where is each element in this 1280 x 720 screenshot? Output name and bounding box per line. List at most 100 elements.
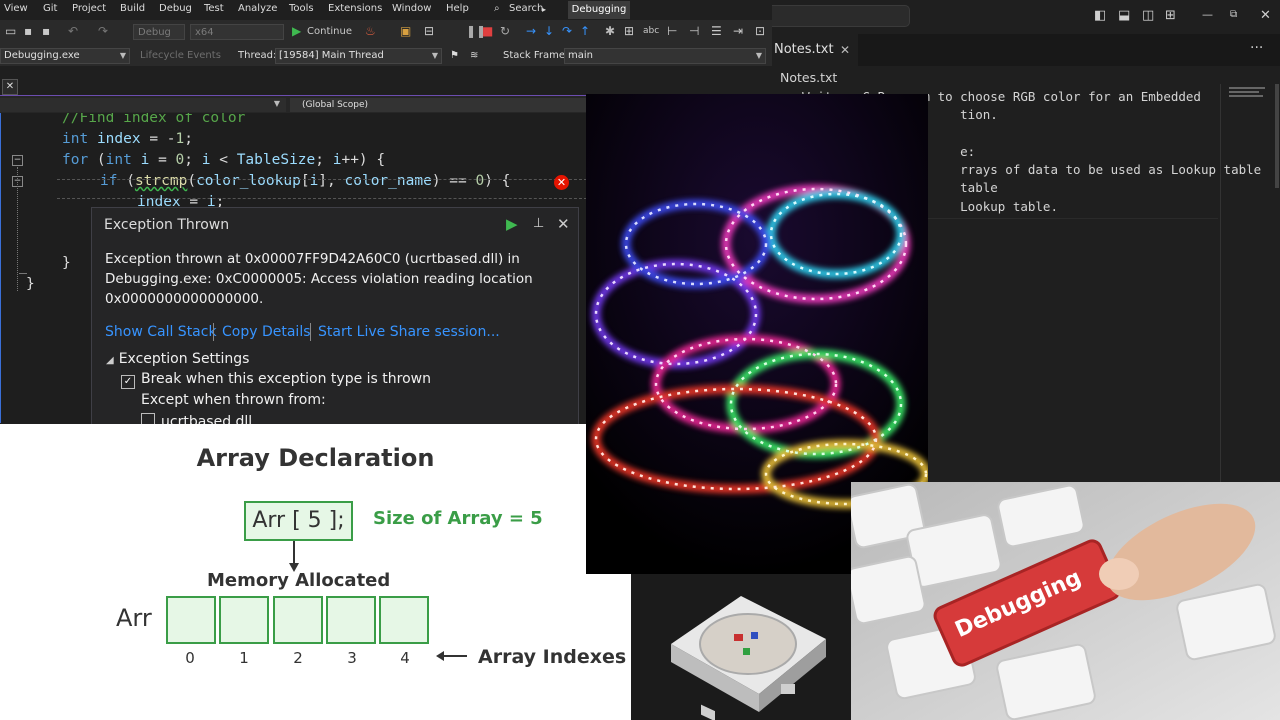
menu-debug[interactable]: Debug (159, 3, 192, 14)
keyboard-image: Debugging (851, 482, 1280, 720)
breadcrumb[interactable]: Notes.txt (780, 70, 837, 85)
bookmark-icon[interactable]: ⊞ (624, 24, 634, 38)
minimap-line (1229, 87, 1265, 89)
toolbar-options-icon[interactable]: ⊡ (755, 24, 765, 38)
exception-popup: Exception Thrown ▶ ⊥ ✕ Exception thrown … (91, 207, 579, 425)
code-comment: //Find index of color (62, 113, 246, 126)
code-line: for (int i = 0; i < TableSize; i++) { (62, 152, 386, 168)
undo-icon[interactable]: ↶ (68, 24, 78, 38)
process-combo[interactable]: Debugging.exe ▼ (0, 48, 130, 64)
restore-icon[interactable]: ⧉ (1230, 9, 1237, 20)
current-line-highlight (57, 179, 586, 199)
menu-help[interactable]: Help (446, 3, 469, 14)
code-line-comment: //Find index of color (62, 113, 245, 126)
search-arrow-icon: ▸ (542, 5, 547, 14)
config-value: Debug (138, 27, 171, 38)
break-exception-label: Break when this exception type is thrown (141, 371, 431, 387)
attach-icon[interactable]: ▣ (400, 24, 411, 38)
diagnostics-icon[interactable]: ✱ (605, 24, 615, 38)
indent-icon[interactable]: ⇥ (733, 24, 743, 38)
customize-layout-icon[interactable]: ⊞ (1165, 8, 1176, 23)
tab-notes[interactable]: Notes.txt ✕ (772, 34, 858, 66)
flag-icon[interactable]: ⚑ (450, 50, 459, 61)
close-icon[interactable]: ✕ (557, 215, 570, 233)
navigation-bar: ▼ (Global Scope) (0, 95, 586, 114)
live-share-link[interactable]: Start Live Share session... (318, 324, 500, 340)
menu-test[interactable]: Test (204, 3, 224, 14)
tab-notes-label: Notes.txt (774, 42, 834, 57)
minimize-icon[interactable]: — (1202, 8, 1213, 21)
pin-icon[interactable]: ⊥ (533, 216, 544, 231)
open-folder-icon[interactable]: ▭ (5, 24, 16, 38)
step-out-icon[interactable]: ↑ (580, 24, 590, 38)
close-tab-icon[interactable]: ✕ (840, 34, 850, 66)
scope-combo[interactable]: (Global Scope) (290, 98, 586, 112)
layout-icon[interactable]: ⊟ (424, 24, 434, 38)
lifecycle-events[interactable]: Lifecycle Events (140, 50, 221, 61)
copy-details-link[interactable]: Copy Details (222, 324, 311, 340)
step-over-icon[interactable]: ↷ (562, 24, 572, 38)
error-icon[interactable]: ✕ (554, 175, 569, 190)
align-icon[interactable]: ⊣ (689, 24, 699, 38)
close-window-icon[interactable]: ✕ (1260, 8, 1271, 23)
exception-message: Exception thrown at 0x00007FF9D42A60C0 (… (105, 249, 545, 309)
vs-menubar: View Git Project Build Debug Test Analyz… (0, 0, 772, 20)
save-icon[interactable]: ▪ (24, 24, 32, 38)
array-declaration-box: Arr [ 5 ]; (244, 501, 353, 541)
break-exception-checkbox[interactable]: ✓ Break when this exception type is throw… (121, 371, 431, 389)
toggle-sidebar-icon[interactable]: ◧ (1094, 8, 1106, 23)
toggle-panel-icon[interactable]: ⬓ (1118, 8, 1130, 23)
search-menu[interactable]: Search (509, 3, 543, 14)
stop-icon[interactable]: ■ (482, 24, 493, 38)
except-when-label: Except when thrown from: (141, 392, 326, 408)
exception-settings-toggle[interactable]: ◢ Exception Settings (106, 351, 249, 367)
continue-play-icon[interactable]: ▶ (292, 24, 301, 38)
left-arrow (436, 651, 467, 661)
continue-play-icon[interactable]: ▶ (506, 215, 518, 233)
search-icon[interactable]: ⌕ (494, 3, 500, 14)
show-next-statement-icon[interactable]: → (526, 24, 536, 38)
diagram-title: Array Declaration (196, 444, 435, 472)
collapse-icon[interactable]: − (12, 155, 23, 166)
thread-combo[interactable]: [19584] Main Thread ▼ (275, 48, 442, 64)
command-center-search[interactable] (772, 5, 910, 27)
redo-icon[interactable]: ↷ (98, 24, 108, 38)
spellcheck-icon[interactable]: abc (643, 26, 659, 36)
array-cell (166, 596, 216, 644)
format-left-icon[interactable]: ⊢ (667, 24, 677, 38)
menu-project[interactable]: Project (72, 3, 106, 14)
close-icon[interactable]: ✕ (2, 79, 18, 95)
show-call-stack-link[interactable]: Show Call Stack (105, 324, 217, 340)
array-indexes-label: Array Indexes (478, 646, 627, 668)
comment-icon[interactable]: ☰ (711, 24, 722, 38)
menu-extensions[interactable]: Extensions (328, 3, 382, 14)
save-all-icon[interactable]: ▪ (42, 24, 50, 38)
more-actions-icon[interactable]: ··· (1250, 40, 1263, 56)
threads-icon[interactable]: ≋ (470, 50, 478, 61)
menu-tools[interactable]: Tools (289, 3, 314, 14)
checkbox-checked-icon[interactable]: ✓ (121, 375, 135, 389)
minimap[interactable] (1220, 84, 1279, 484)
config-combo[interactable]: Debug (133, 24, 185, 40)
scrollbar-thumb[interactable] (1275, 84, 1279, 188)
link-divider (310, 323, 311, 341)
menu-view[interactable]: View (4, 3, 28, 14)
exception-settings-label: Exception Settings (118, 351, 250, 367)
continue-button[interactable]: Continue (307, 26, 352, 37)
hot-reload-icon[interactable]: ♨ (365, 24, 376, 38)
outline-guide (19, 273, 27, 274)
notes-tab-bar: Notes.txt ✕ ··· (772, 34, 1280, 66)
process-value: Debugging.exe (4, 50, 80, 61)
restart-icon[interactable]: ↻ (500, 24, 510, 38)
menu-build[interactable]: Build (120, 3, 145, 14)
project-combo[interactable]: ▼ (0, 98, 286, 112)
toggle-secondary-sidebar-icon[interactable]: ◫ (1142, 8, 1154, 23)
menu-analyze[interactable]: Analyze (238, 3, 277, 14)
menu-window[interactable]: Window (392, 3, 431, 14)
step-into-icon[interactable]: ↓ (544, 24, 554, 38)
menu-git[interactable]: Git (43, 3, 57, 14)
minimap-line (1229, 95, 1263, 97)
stack-frame-combo[interactable]: main ▼ (564, 48, 766, 64)
platform-combo[interactable]: x64 (190, 24, 284, 40)
array-cell (379, 596, 429, 644)
